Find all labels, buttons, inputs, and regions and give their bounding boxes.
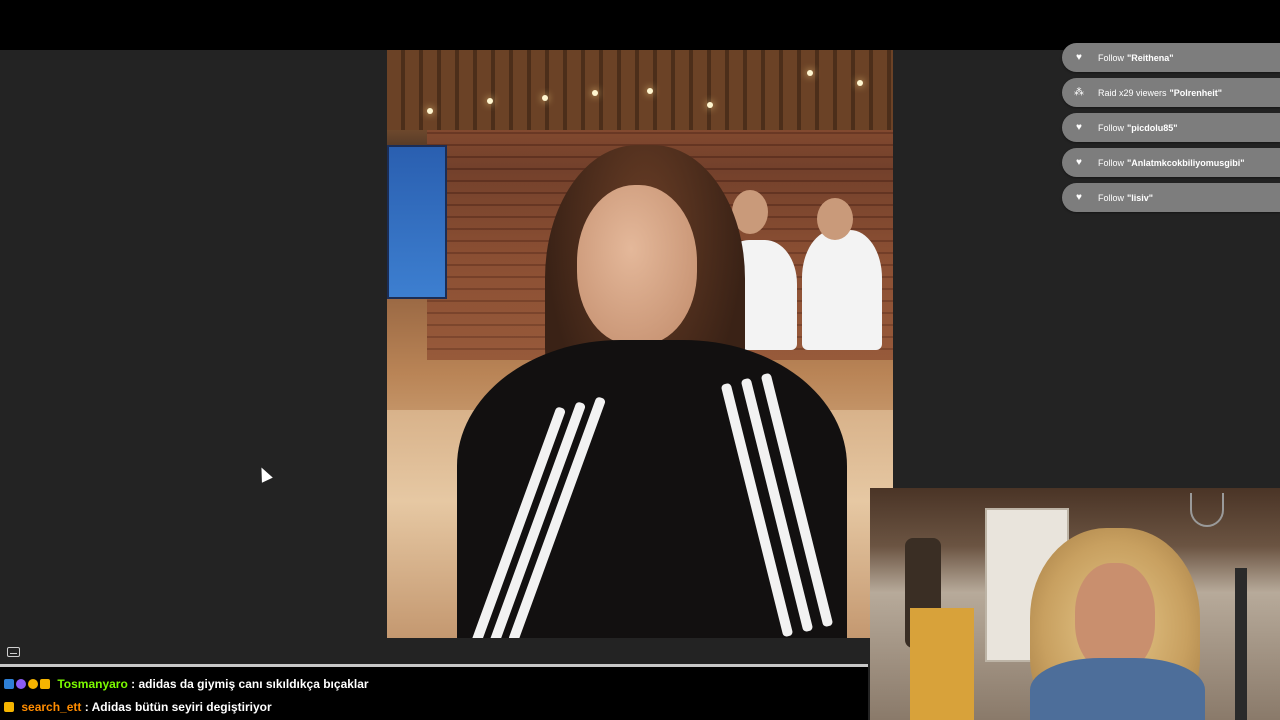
bass-guitar [1235, 568, 1247, 720]
woman-jacket [457, 340, 847, 638]
alert-name: "Anlatmkcokbiliyomusgibi" [1127, 157, 1245, 168]
chat-message: Tosmanyaro : adidas da giymiş canı sıkıl… [4, 677, 369, 691]
heart-icon: ♥ [1076, 122, 1082, 133]
badge-icon [4, 679, 14, 689]
crown-badge-icon [40, 679, 50, 689]
ceiling-lamp [1190, 493, 1224, 527]
photo-ceiling [387, 50, 893, 130]
ceiling-light [857, 80, 863, 86]
heart-icon: ♥ [1076, 192, 1082, 203]
heart-icon: ♥ [1076, 52, 1082, 63]
background-person-head [817, 198, 853, 240]
badge-icon [28, 679, 38, 689]
woman-face [577, 185, 697, 345]
alert-type: Follow [1098, 122, 1125, 133]
alert-name: "lisiv" [1127, 192, 1154, 203]
alert-type: Follow [1098, 192, 1125, 203]
alert-feed: ♥ Follow "Reithena" ⁂ Raid x29 viewers "… [1062, 43, 1280, 218]
jacket-stripe [487, 401, 587, 638]
keyboard-icon[interactable] [7, 647, 20, 657]
alert-name: "Polrenheit" [1169, 87, 1223, 98]
raid-icon: ⁂ [1074, 87, 1084, 98]
photo-menu-board [387, 145, 447, 299]
alert-item: ♥ Follow "Anlatmkcokbiliyomusgibi" [1062, 148, 1280, 177]
background-person [802, 230, 882, 350]
shared-photo [387, 50, 893, 638]
alert-type: Raid x29 viewers [1098, 87, 1167, 98]
ceiling-light [427, 108, 433, 114]
chat-controls [0, 640, 868, 664]
streamer-shirt [1030, 658, 1205, 720]
ceiling-light [487, 98, 493, 104]
chat-message: search_ett : Adidas bütün seyiri degişti… [4, 700, 272, 714]
ceiling-light [542, 95, 548, 101]
ceiling-light [807, 70, 813, 76]
badge-icon [16, 679, 26, 689]
ceiling-light [592, 90, 598, 96]
chat-overlay: Tosmanyaro : adidas da giymiş canı sıkıl… [0, 667, 868, 720]
ceiling-light [647, 88, 653, 94]
alert-item: ♥ Follow "picdolu85" [1062, 113, 1280, 142]
alert-type: Follow [1098, 52, 1125, 63]
alert-item: ♥ Follow "Reithena" [1062, 43, 1280, 72]
alert-name: "Reithena" [1127, 52, 1174, 63]
streamer-face [1075, 563, 1155, 673]
heart-icon: ♥ [1076, 157, 1082, 168]
chat-username[interactable]: search_ett [21, 700, 81, 714]
crown-badge-icon [4, 702, 14, 712]
chat-text: : adidas da giymiş canı sıkıldıkça bıçak… [127, 677, 369, 691]
chat-username[interactable]: Tosmanyaro [57, 677, 127, 691]
webcam-feed [870, 488, 1280, 720]
ceiling-light [707, 102, 713, 108]
yellow-cabinet [910, 608, 974, 720]
alert-type: Follow [1098, 157, 1125, 168]
alert-name: "picdolu85" [1127, 122, 1178, 133]
alert-item: ⁂ Raid x29 viewers "Polrenheit" [1062, 78, 1280, 107]
chat-text: : Adidas bütün seyiri degiştiriyor [81, 700, 272, 714]
alert-item: ♥ Follow "lisiv" [1062, 183, 1280, 212]
